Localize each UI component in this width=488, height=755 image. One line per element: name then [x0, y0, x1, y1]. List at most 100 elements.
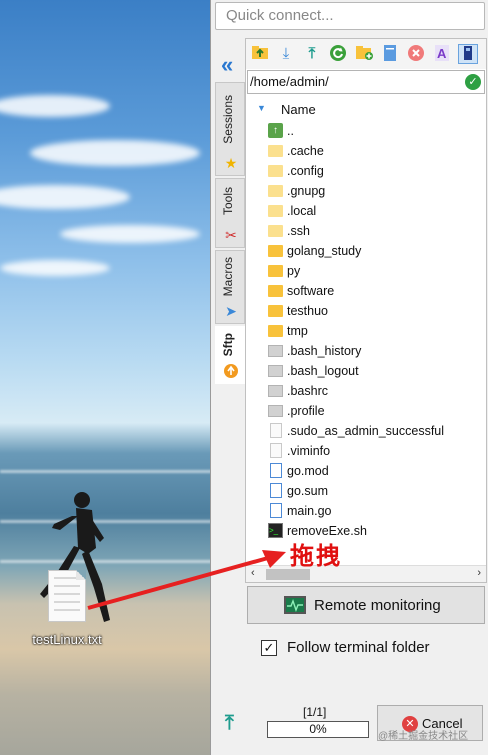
star-icon: ★ [224, 155, 238, 171]
file-row[interactable]: .config [246, 161, 486, 181]
file-name: .cache [287, 144, 324, 158]
file-name: .gnupg [287, 184, 326, 198]
file-row[interactable]: go.mod [246, 461, 486, 481]
tab-macros[interactable]: Macros ➤ [215, 250, 245, 324]
scroll-right-icon[interactable]: › [477, 567, 481, 579]
folder-icon [268, 325, 283, 337]
refresh-icon[interactable] [328, 44, 348, 64]
hidden-folder-icon [268, 205, 283, 217]
folder-icon [268, 285, 283, 297]
document-icon [270, 463, 282, 478]
upload-arrow-icon: ⤒ [225, 712, 234, 734]
file-row[interactable]: .local [246, 201, 486, 221]
remote-monitoring-label: Remote monitoring [314, 597, 441, 614]
sftp-icon [223, 363, 239, 379]
file-row[interactable]: software [246, 281, 486, 301]
upload-icon[interactable]: ⤒ [302, 44, 322, 64]
quick-connect-input[interactable]: Quick connect... [215, 2, 485, 30]
tools-icon: ✂ [225, 227, 237, 243]
watermark: @稀土掘金技术社区 [378, 731, 469, 742]
parent-folder-icon[interactable] [250, 44, 270, 64]
file-row[interactable]: .bashrc [246, 381, 486, 401]
file-name: .. [287, 124, 294, 138]
hidden-file-icon [268, 405, 283, 417]
file-name: software [287, 284, 335, 298]
file-name: .local [287, 204, 317, 218]
desktop-file[interactable]: testLinux.txt [22, 570, 112, 647]
delete-icon[interactable] [406, 44, 426, 64]
tab-sessions[interactable]: Sessions ★ [215, 82, 245, 176]
cloud [0, 185, 130, 209]
cloud [0, 260, 110, 276]
rename-icon[interactable]: A [432, 44, 452, 64]
file-row[interactable]: main.go [246, 501, 486, 521]
cloud [30, 140, 200, 166]
file-name: go.mod [287, 464, 329, 478]
check-icon[interactable]: ✓ [465, 74, 481, 90]
folder-icon [268, 245, 283, 257]
file-row[interactable]: tmp [246, 321, 486, 341]
document-icon [270, 503, 282, 518]
file-name: go.sum [287, 484, 328, 498]
sidebar-tabs: « Sessions ★ Tools ✂ Macros ➤ Sftp [213, 38, 247, 698]
folder-icon [268, 305, 283, 317]
collapse-sidebar-icon[interactable]: « [221, 52, 233, 78]
file-row[interactable]: .profile [246, 401, 486, 421]
file-name: main.go [287, 504, 332, 518]
horizontal-scrollbar[interactable]: ‹ › [246, 565, 486, 582]
blank-file-icon [270, 423, 282, 438]
document-icon [270, 483, 282, 498]
file-name: .bash_logout [287, 364, 359, 378]
new-file-icon[interactable] [380, 44, 400, 64]
desktop-wallpaper: testLinux.txt [0, 0, 212, 755]
sftp-browser: ⤓ ⤒ A /home/admin/ ✓ ▼ Name ↑ .. .cache … [245, 38, 487, 583]
hidden-folder-icon [268, 145, 283, 157]
hidden-file-icon [268, 365, 283, 377]
monitor-icon [284, 596, 306, 614]
file-row[interactable]: py [246, 261, 486, 281]
text-file-icon [48, 570, 86, 622]
file-row[interactable]: testhuo [246, 301, 486, 321]
file-row[interactable]: .bash_history [246, 341, 486, 361]
tab-sftp-label: Sftp [221, 333, 235, 357]
remote-monitoring-button[interactable]: Remote monitoring [247, 586, 485, 624]
toggle-hidden-icon[interactable] [458, 44, 478, 64]
hidden-folder-icon [268, 165, 283, 177]
file-row[interactable]: .viminfo [246, 441, 486, 461]
file-name: .bashrc [287, 384, 328, 398]
file-list: ↑.. .cache .config .gnupg .local .ssh golang_s… [246, 121, 486, 541]
file-row[interactable]: .ssh [246, 221, 486, 241]
transfer-count: [1/1] [303, 705, 327, 719]
file-row[interactable]: .sudo_as_admin_successful [246, 421, 486, 441]
file-name: .ssh [287, 224, 310, 238]
desktop-file-name: testLinux.txt [32, 632, 102, 647]
file-row[interactable]: .cache [246, 141, 486, 161]
file-row[interactable]: golang_study [246, 241, 486, 261]
file-row[interactable]: .gnupg [246, 181, 486, 201]
file-row[interactable]: ↑.. [246, 121, 486, 141]
tab-sftp[interactable]: Sftp [215, 326, 245, 384]
download-icon[interactable]: ⤓ [276, 44, 296, 64]
parent-dir-icon: ↑ [268, 123, 283, 138]
tab-tools[interactable]: Tools ✂ [215, 178, 245, 248]
tab-sessions-label: Sessions [221, 95, 235, 144]
column-header-name[interactable]: ▼ Name [246, 99, 486, 119]
sort-arrow-icon: ▼ [257, 103, 266, 113]
file-row[interactable]: >_ removeExe.sh [246, 521, 486, 541]
column-name-label: Name [281, 102, 316, 117]
tab-macros-label: Macros [221, 257, 235, 297]
drag-annotation-label: 拖拽 [290, 543, 342, 570]
path-field[interactable]: /home/admin/ ✓ [247, 70, 485, 94]
scroll-left-icon[interactable]: ‹ [251, 567, 255, 579]
file-row[interactable]: .bash_logout [246, 361, 486, 381]
blank-file-icon [270, 443, 282, 458]
folder-icon [268, 265, 283, 277]
paper-plane-icon: ➤ [225, 303, 237, 319]
cloud [0, 95, 110, 117]
progress-bar: 0% [267, 721, 369, 738]
new-folder-icon[interactable] [354, 44, 374, 64]
file-row[interactable]: go.sum [246, 481, 486, 501]
follow-terminal-label: Follow terminal folder [287, 639, 430, 656]
file-name: .config [287, 164, 324, 178]
checkbox-icon[interactable]: ✓ [261, 640, 277, 656]
